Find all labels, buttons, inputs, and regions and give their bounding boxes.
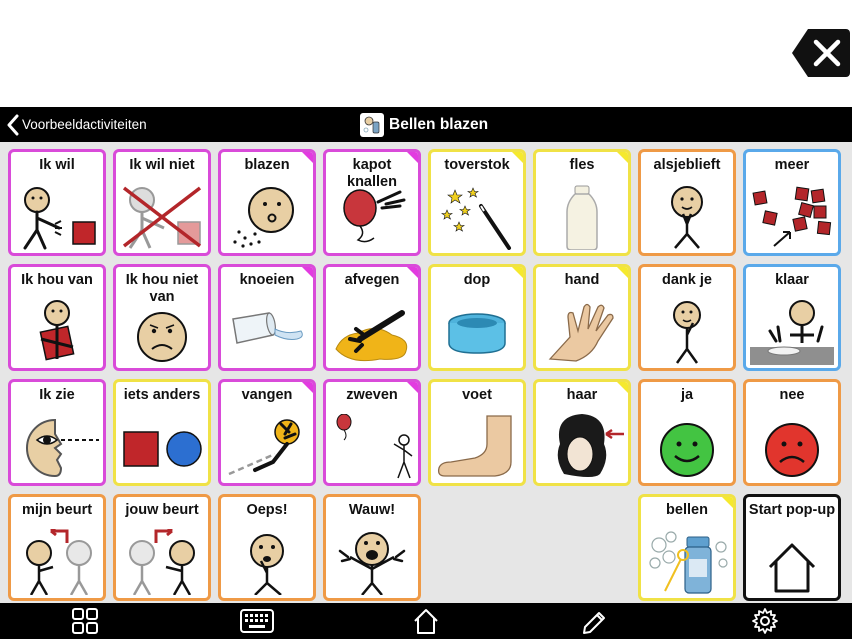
cell-nee[interactable]: nee (743, 379, 841, 486)
cell-ik-hou-van[interactable]: Ik hou van (8, 264, 106, 371)
please-icon (671, 186, 703, 249)
spill-icon (232, 312, 303, 344)
cell-dop[interactable]: dop (428, 264, 526, 371)
page-title-group: Bellen blazen (360, 107, 488, 142)
blow-icon (233, 187, 294, 248)
hair-icon (557, 414, 624, 477)
settings-button[interactable] (750, 606, 780, 636)
foot-icon (437, 415, 512, 477)
i-do-not-want-icon (122, 186, 202, 249)
my-turn-icon (26, 529, 92, 595)
cell-vangen[interactable]: vangen (218, 379, 316, 486)
back-button[interactable]: Voorbeeldactiviteiten (6, 107, 147, 142)
finished-icon (750, 300, 834, 365)
no-icon (765, 423, 819, 477)
symbol-grid: Ik wil Ik wil niet blazen kapot knallen … (0, 142, 852, 637)
keyboard-button[interactable] (240, 606, 274, 636)
cell-ik-wil[interactable]: Ik wil (8, 149, 106, 256)
i-want-icon (23, 187, 96, 250)
close-icon (792, 29, 850, 77)
cell-iets-anders[interactable]: iets anders (113, 379, 211, 486)
cell-fles[interactable]: fles (533, 149, 631, 256)
home-icon (414, 609, 438, 634)
cell-hand[interactable]: hand (533, 264, 631, 371)
home-button[interactable] (411, 606, 441, 636)
catch-icon (228, 419, 300, 476)
thank-you-icon (673, 301, 701, 364)
magic-wand-icon (441, 187, 511, 250)
cell-voet[interactable]: voet (428, 379, 526, 486)
page-title: Bellen blazen (389, 115, 489, 133)
navigation-bar: Voorbeeldactiviteiten Bellen blazen (0, 107, 852, 142)
cell-klaar[interactable]: klaar (743, 264, 841, 371)
cell-dank-je[interactable]: dank je (638, 264, 736, 371)
delete-message-button[interactable] (792, 29, 850, 77)
cell-knoeien[interactable]: knoeien (218, 264, 316, 371)
i-like-icon (39, 300, 75, 361)
your-turn-icon (129, 529, 195, 595)
i-dislike-icon (137, 312, 187, 362)
cell-haar[interactable]: haar (533, 379, 631, 486)
something-else-icon (123, 431, 202, 467)
cell-wauw[interactable]: Wauw! (323, 494, 421, 601)
cell-ik-hou-niet-van[interactable]: Ik hou niet van (113, 264, 211, 371)
cell-alsjeblieft[interactable]: alsjeblieft (638, 149, 736, 256)
oops-icon (250, 534, 284, 595)
chevron-left-icon (7, 114, 19, 135)
back-button-label: Voorbeeldactiviteiten (22, 117, 147, 132)
home-icon (768, 543, 816, 593)
page-thumbnail-icon (360, 112, 384, 137)
grid-button[interactable] (70, 606, 100, 636)
cell-afvegen[interactable]: afvegen (323, 264, 421, 371)
cell-meer[interactable]: meer (743, 149, 841, 256)
bubbles-icon (649, 531, 728, 594)
pencil-icon (583, 612, 605, 634)
cell-blazen[interactable]: blazen (218, 149, 316, 256)
cell-start-pop-up[interactable]: Start pop-up (743, 494, 841, 601)
keyboard-icon (240, 609, 274, 633)
cell-zweven[interactable]: zweven (323, 379, 421, 486)
more-icon (752, 186, 832, 247)
cell-bellen[interactable]: bellen (638, 494, 736, 601)
cell-ja[interactable]: ja (638, 379, 736, 486)
cell-oeps[interactable]: Oeps! (218, 494, 316, 601)
edit-button[interactable] (580, 606, 610, 636)
bottle-icon (566, 185, 598, 250)
pop-balloon-icon (343, 189, 406, 243)
wipe-icon (335, 310, 408, 362)
gear-icon (752, 608, 778, 634)
cell-toverstok[interactable]: toverstok (428, 149, 526, 256)
cap-icon (448, 313, 506, 354)
cell-ik-zie[interactable]: Ik zie (8, 379, 106, 486)
yes-icon (660, 423, 714, 477)
i-see-icon (26, 418, 99, 478)
hand-icon (548, 303, 614, 362)
grid-icon (72, 608, 98, 634)
cell-mijn-beurt[interactable]: mijn beurt (8, 494, 106, 601)
cell-kapot-knallen[interactable]: kapot knallen (323, 149, 421, 256)
float-icon (336, 414, 413, 479)
cell-jouw-beurt[interactable]: jouw beurt (113, 494, 211, 601)
tool-bar (0, 603, 852, 639)
cell-ik-wil-niet[interactable]: Ik wil niet (113, 149, 211, 256)
wow-icon (338, 532, 406, 595)
message-bar[interactable] (0, 0, 852, 107)
